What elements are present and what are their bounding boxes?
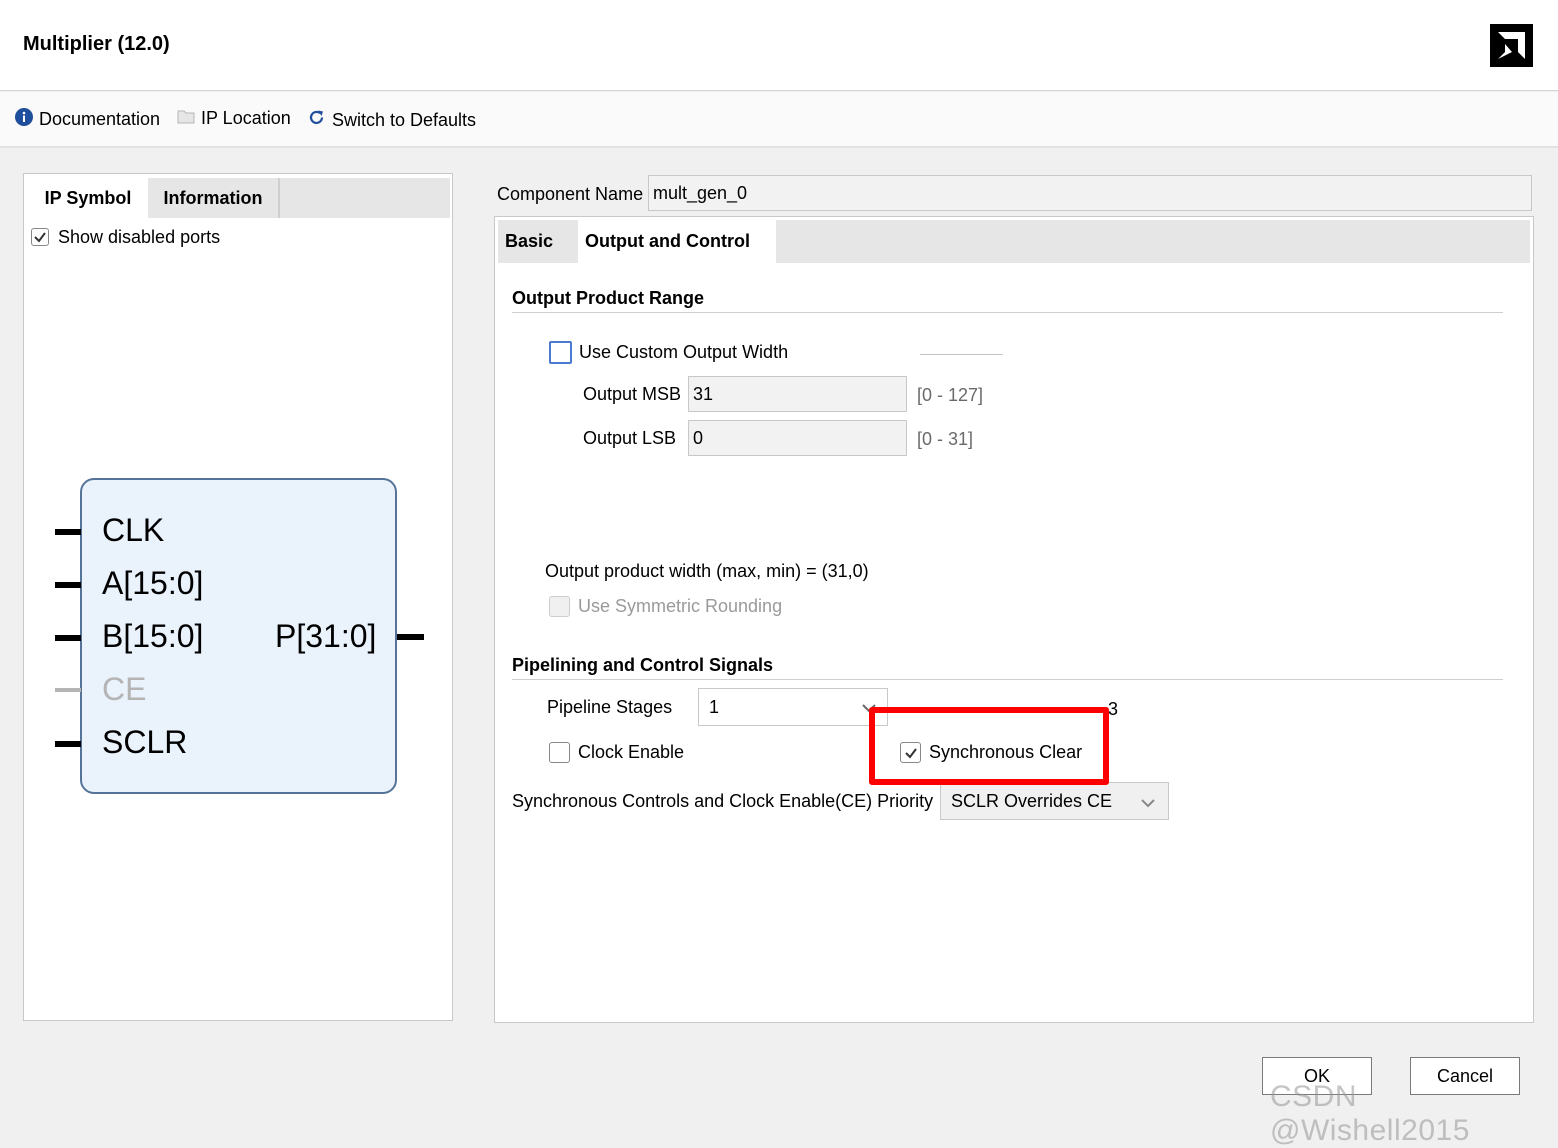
tab-ip-symbol[interactable]: IP Symbol [28, 178, 148, 218]
clock-enable-checkbox[interactable] [549, 742, 570, 763]
component-name-field[interactable]: mult_gen_0 [648, 175, 1532, 211]
window-title: Multiplier (12.0) [23, 33, 170, 55]
tab-output-and-control[interactable]: Output and Control [578, 220, 776, 263]
priority-value: SCLR Overrides CE [951, 790, 1113, 811]
highlight-annotation [869, 707, 1109, 785]
pipelining-title: Pipelining and Control Signals [512, 655, 774, 675]
right-tab-bar: Basic Output and Control [498, 220, 1530, 263]
port-ce: CE [102, 671, 147, 707]
checkmark-icon [34, 232, 46, 243]
port-a: A[15:0] [102, 565, 204, 601]
chevron-down-icon [1140, 794, 1156, 815]
output-product-range-title: Output Product Range [512, 288, 704, 308]
port-b: B[15:0] [102, 618, 204, 654]
pin-a [55, 582, 81, 588]
documentation-button[interactable]: Documentation [15, 108, 160, 131]
output-lsb-field[interactable]: 0 [688, 420, 907, 456]
use-symmetric-rounding-checkbox[interactable] [549, 596, 570, 617]
component-name-label: Component Name [497, 184, 644, 204]
port-clk: CLK [102, 512, 165, 548]
port-sclr: SCLR [102, 724, 188, 760]
section-divider [512, 312, 1503, 313]
pin-ce [55, 688, 81, 692]
switch-defaults-label: Switch to Defaults [332, 109, 477, 130]
priority-label: Synchronous Controls and Clock Enable(CE… [512, 791, 934, 811]
use-custom-output-width-label: Use Custom Output Width [579, 342, 789, 362]
documentation-label: Documentation [39, 109, 161, 129]
tab-output-and-control-label: Output and Control [585, 231, 750, 251]
tab-basic-label: Basic [505, 231, 554, 251]
output-lsb-range: [0 - 31] [917, 429, 974, 449]
configuration-panel [494, 216, 1534, 1023]
pin-clk [55, 529, 81, 535]
ip-location-button[interactable]: IP Location [177, 108, 291, 129]
ip-symbol-block: CLK A[15:0] B[15:0] CE SCLR P[31:0] [80, 478, 397, 794]
info-icon [15, 108, 33, 131]
refresh-icon [307, 108, 326, 132]
tab-information-label: Information [163, 187, 263, 208]
clock-enable-label: Clock Enable [578, 742, 685, 762]
left-tab-bar: IP Symbol Information [28, 178, 450, 218]
ip-location-label: IP Location [201, 108, 291, 128]
pipeline-stages-select[interactable]: 1 [698, 688, 888, 726]
amd-logo-icon [1490, 24, 1533, 67]
pipeline-stages-label: Pipeline Stages [547, 697, 673, 717]
watermark: CSDN @Wishell2015 [1270, 1080, 1470, 1147]
output-msb-range: [0 - 127] [917, 385, 984, 405]
output-lsb-label: Output LSB [583, 428, 677, 448]
title-bar [0, 0, 1558, 91]
folder-icon [177, 108, 195, 129]
switch-to-defaults-button[interactable]: Switch to Defaults [307, 108, 476, 132]
port-p: P[31:0] [275, 618, 377, 654]
pin-b [55, 635, 81, 641]
pipeline-stages-value: 1 [709, 696, 720, 717]
output-msb-field[interactable]: 31 [688, 376, 907, 412]
tab-basic[interactable]: Basic [498, 220, 578, 263]
use-custom-output-width-checkbox[interactable] [549, 341, 572, 364]
output-product-width-text: Output product width (max, min) = (31,0) [545, 561, 869, 581]
show-disabled-ports-checkbox[interactable] [31, 228, 49, 246]
show-disabled-ports-label: Show disabled ports [58, 227, 221, 247]
output-msb-label: Output MSB [583, 384, 682, 404]
priority-select[interactable]: SCLR Overrides CE [940, 782, 1169, 820]
pin-p [397, 634, 424, 640]
separator-line [920, 354, 1003, 355]
use-symmetric-rounding-label: Use Symmetric Rounding [578, 596, 783, 616]
optimum-pipeline-stages-value: 3 [1108, 699, 1119, 719]
tab-ip-symbol-label: IP Symbol [44, 187, 132, 208]
section-divider [512, 679, 1503, 680]
tab-information[interactable]: Information [148, 178, 280, 218]
pin-sclr [55, 741, 81, 747]
